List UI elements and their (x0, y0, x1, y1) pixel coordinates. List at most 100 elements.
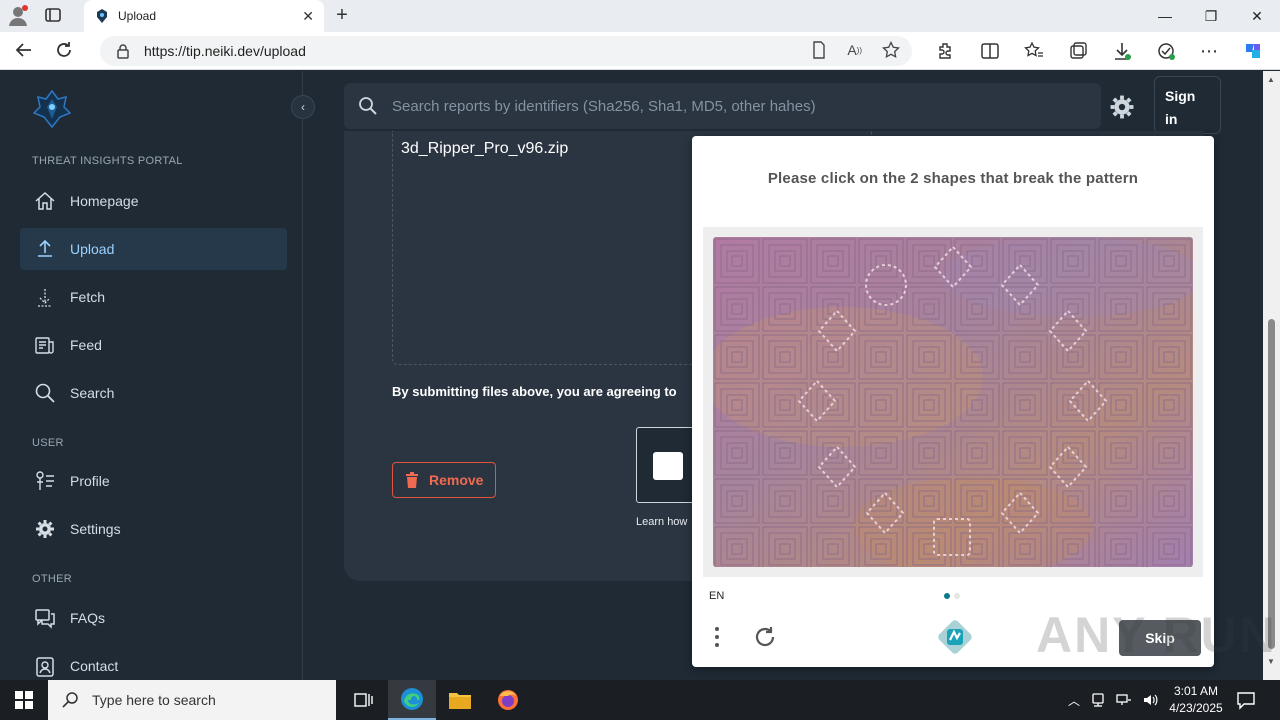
sidebar-item-label: Feed (70, 337, 102, 353)
favorites-icon[interactable] (1024, 40, 1044, 62)
scrollbar-thumb[interactable] (1268, 319, 1275, 649)
anyrun-watermark: ANY RUN (1036, 607, 1277, 663)
progress-dot-active (944, 593, 950, 599)
report-search-input[interactable] (392, 97, 1072, 115)
profile-avatar-icon[interactable] (8, 4, 28, 26)
section-other: OTHER (32, 573, 72, 585)
downloads-icon[interactable] (1112, 40, 1132, 62)
url-text[interactable]: https://tip.neiki.dev/upload (144, 43, 306, 59)
minimize-icon[interactable]: — (1142, 0, 1188, 32)
sidebar-item-label: Profile (70, 473, 110, 489)
taskbar-clock[interactable]: 3:01 AM 4/23/2025 (1168, 683, 1224, 717)
sidebar-item-fetch[interactable]: Fetch (20, 276, 287, 318)
lock-icon[interactable] (116, 43, 130, 59)
home-icon (34, 190, 56, 212)
sidebar-item-upload[interactable]: Upload (20, 228, 287, 270)
remove-button[interactable]: Remove (392, 462, 496, 498)
volume-icon[interactable] (1142, 692, 1158, 708)
task-view-icon[interactable] (340, 680, 388, 720)
captcha-language-selector[interactable]: EN (709, 590, 724, 602)
split-screen-icon[interactable] (980, 40, 1000, 62)
read-aloud-icon[interactable]: A)) (847, 41, 862, 59)
collections-icon[interactable] (1068, 40, 1088, 62)
tab-actions (8, 4, 62, 26)
tab-close-icon[interactable]: ✕ (302, 8, 314, 25)
refresh-icon[interactable] (54, 40, 74, 60)
taskbar-search-box[interactable]: Type here to search (48, 680, 336, 720)
restore-icon[interactable]: ❐ (1188, 0, 1234, 32)
sidebar-item-profile[interactable]: Profile (20, 460, 287, 502)
reader-view-icon[interactable] (811, 41, 827, 59)
trash-icon (405, 472, 419, 488)
sidebar-item-settings[interactable]: Settings (20, 508, 287, 550)
sidebar-item-label: Contact (70, 658, 119, 674)
sidebar-item-faqs[interactable]: FAQs (20, 597, 287, 639)
chevron-left-icon: ‹ (301, 100, 305, 114)
taskbar-apps (340, 680, 532, 720)
sign-in-label-line1: Sign (1165, 88, 1196, 104)
captcha-challenge: Please click on the 2 shapes that break … (692, 136, 1214, 667)
sidebar-item-label: Settings (70, 521, 121, 537)
back-arrow-icon[interactable] (14, 40, 34, 60)
sidebar-item-contact[interactable]: Contact (20, 645, 287, 680)
page-scrollbar[interactable]: ▲ ▼ (1263, 71, 1280, 680)
search-icon (34, 382, 56, 404)
captcha-refresh-icon[interactable] (752, 624, 778, 655)
notification-center-icon[interactable] (1236, 690, 1256, 715)
report-search-bar[interactable] (344, 83, 1101, 129)
more-menu-icon[interactable]: ⋯ (1200, 40, 1218, 62)
sidebar-item-search[interactable]: Search (20, 372, 287, 414)
close-window-icon[interactable]: ✕ (1234, 0, 1280, 32)
search-icon (62, 691, 80, 709)
sidebar-item-label: Fetch (70, 289, 106, 305)
sidebar: THREAT INSIGHTS PORTAL Homepage Upload F… (4, 71, 303, 680)
copilot-icon[interactable] (1242, 40, 1264, 62)
sidebar-collapse-button[interactable]: ‹ (291, 95, 315, 119)
firefox-icon[interactable] (484, 680, 532, 720)
sidebar-item-label: Search (70, 385, 115, 401)
sign-in-label-line2: in (1165, 111, 1178, 127)
network-drive-icon[interactable] (1090, 692, 1106, 708)
neiki-logo[interactable] (32, 89, 72, 129)
captcha-image-frame (703, 227, 1203, 577)
gear-icon (34, 518, 56, 540)
system-tray: ︿ (1068, 680, 1158, 720)
feed-icon (34, 334, 56, 356)
address-bar-actions: A)) (811, 41, 900, 59)
sidebar-item-feed[interactable]: Feed (20, 324, 287, 366)
performance-icon[interactable] (1156, 40, 1176, 62)
learn-how-link[interactable]: Learn how (636, 516, 687, 528)
captcha-pattern-image[interactable] (713, 237, 1193, 567)
tab-actions-menu-icon[interactable] (44, 4, 62, 26)
search-icon (358, 96, 378, 116)
contact-icon (34, 655, 56, 677)
captcha-menu-icon[interactable] (714, 626, 720, 653)
wifi-network-icon[interactable] (1116, 692, 1132, 708)
clock-time: 3:01 AM (1173, 684, 1219, 698)
address-bar[interactable]: https://tip.neiki.dev/upload A)) (100, 36, 912, 66)
chevron-up-icon[interactable]: ︿ (1068, 692, 1080, 709)
section-threat-insights-portal: THREAT INSIGHTS PORTAL (32, 155, 183, 167)
browser-extensions: ⋯ (936, 40, 1264, 62)
profile-icon (34, 470, 56, 492)
windows-start-icon[interactable] (0, 680, 48, 720)
file-explorer-icon[interactable] (436, 680, 484, 720)
sign-in-button[interactable]: Sign in (1154, 76, 1221, 134)
edge-browser-icon[interactable] (388, 680, 436, 720)
scroll-up-icon[interactable]: ▲ (1267, 75, 1275, 84)
new-tab-button[interactable]: + (332, 4, 352, 26)
captcha-progress-dots (944, 593, 960, 599)
favorite-star-icon[interactable] (882, 41, 900, 59)
video-camera-icon (653, 452, 683, 480)
windows-taskbar: Type here to search ︿ 3:01 AM 4/23/2025 (0, 680, 1280, 720)
tab-upload[interactable]: Upload ✕ (84, 0, 324, 32)
sidebar-item-homepage[interactable]: Homepage (20, 180, 287, 222)
sidebar-item-label: FAQs (70, 610, 106, 626)
hcaptcha-logo-icon[interactable] (938, 620, 972, 659)
faq-icon (34, 607, 56, 629)
sidebar-item-label: Upload (70, 241, 115, 257)
captcha-prompt: Please click on the 2 shapes that break … (767, 170, 1139, 187)
progress-dot (954, 593, 960, 599)
extensions-icon[interactable] (936, 40, 956, 62)
settings-gear-icon[interactable] (1108, 93, 1136, 126)
